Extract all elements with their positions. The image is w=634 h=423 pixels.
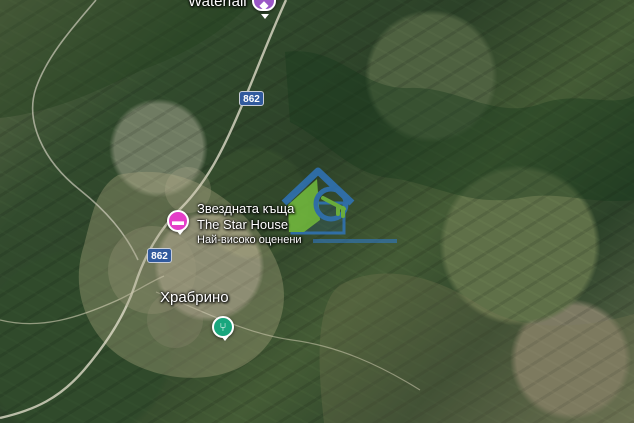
star-house-bulgarian-name: Звездната къща [197,201,295,216]
road-862-shield-left: 862 [147,248,172,263]
star-house-poi-marker[interactable]: ▬ [167,210,189,235]
satellite-map[interactable]: ◆ Waterfall 862 862 ▬ Звездната къща The… [0,0,634,423]
restaurant-poi-marker[interactable]: ⑂ [212,316,234,341]
terrain-overlay [0,0,634,423]
village-label: Храбрино [160,289,229,306]
star-house-rating-note: Най-високо оценени [197,234,302,246]
restaurant-icon: ⑂ [219,320,227,334]
hotel-icon: ▬ [172,214,184,228]
star-house-label: Звездната къща The Star House Най-високо… [197,201,302,247]
star-house-english-name: The Star House [197,217,289,232]
ridge-shadow-center [285,51,634,202]
waterfall-label: Waterfall [188,0,247,10]
landmark-icon: ◆ [259,0,269,12]
road-862-shield-top: 862 [239,91,264,106]
lower-right-hills [319,273,634,423]
ridge-shadow-upper-left [0,0,254,118]
